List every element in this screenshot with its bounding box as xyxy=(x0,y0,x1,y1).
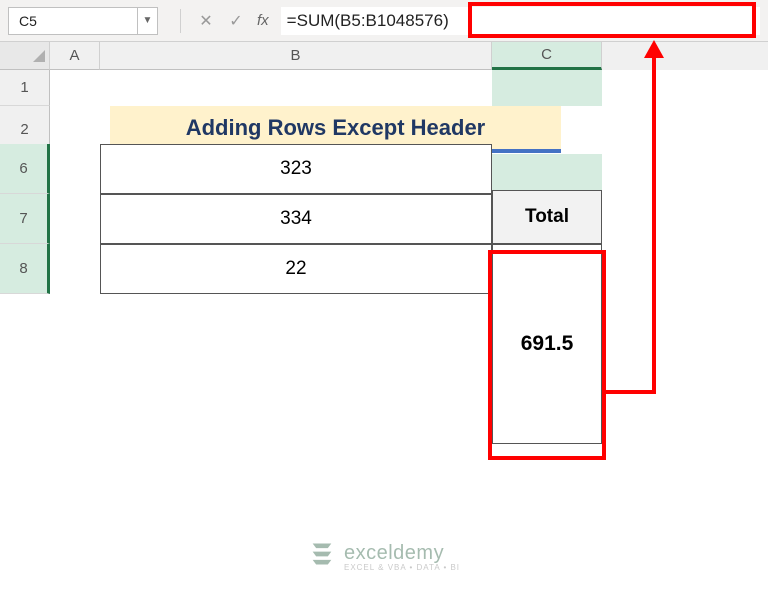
formula-bar: C5 ▼ ✕ ✓ fx =SUM(B5:B1048576) xyxy=(0,0,768,42)
row-header-6[interactable]: 6 xyxy=(0,144,50,194)
watermark-brand: exceldemy xyxy=(344,542,460,565)
cell-C3[interactable] xyxy=(492,154,602,190)
row-header-7[interactable]: 7 xyxy=(0,194,50,244)
row-header-8[interactable]: 8 xyxy=(0,244,50,294)
column-header-A[interactable]: A xyxy=(50,42,100,70)
row-header-1[interactable]: 1 xyxy=(0,70,50,106)
cell-B1[interactable] xyxy=(100,70,492,106)
table-header-total[interactable]: Total xyxy=(492,190,602,244)
cell-C5-merged-total[interactable]: 691.5 xyxy=(492,244,602,444)
cell-B7[interactable]: 334 xyxy=(100,194,492,244)
cell-C1[interactable] xyxy=(492,70,602,106)
select-all-corner[interactable] xyxy=(0,42,50,70)
cell-A8[interactable] xyxy=(50,244,100,294)
watermark: exceldemy EXCEL & VBA • DATA • BI xyxy=(308,540,460,573)
cancel-icon[interactable]: ✕ xyxy=(191,7,221,35)
column-header-B[interactable]: B xyxy=(100,42,492,70)
enter-icon[interactable]: ✓ xyxy=(221,7,251,35)
cell-A7[interactable] xyxy=(50,194,100,244)
cell-A1[interactable] xyxy=(50,70,100,106)
annotation-arrow-line-h xyxy=(606,390,656,394)
cell-B6[interactable]: 323 xyxy=(100,144,492,194)
name-box-dropdown-icon[interactable]: ▼ xyxy=(138,7,158,35)
cell-B8[interactable]: 22 xyxy=(100,244,492,294)
name-box[interactable]: C5 xyxy=(8,7,138,35)
separator xyxy=(180,9,181,33)
cell-A6[interactable] xyxy=(50,144,100,194)
annotation-arrow-head xyxy=(644,40,664,58)
column-header-C[interactable]: C xyxy=(492,42,602,70)
fx-icon[interactable]: fx xyxy=(257,12,269,29)
annotation-arrow-line-v xyxy=(652,54,656,394)
exceldemy-logo-icon xyxy=(308,540,336,573)
watermark-tagline: EXCEL & VBA • DATA • BI xyxy=(344,563,460,572)
formula-input[interactable]: =SUM(B5:B1048576) xyxy=(281,7,760,35)
